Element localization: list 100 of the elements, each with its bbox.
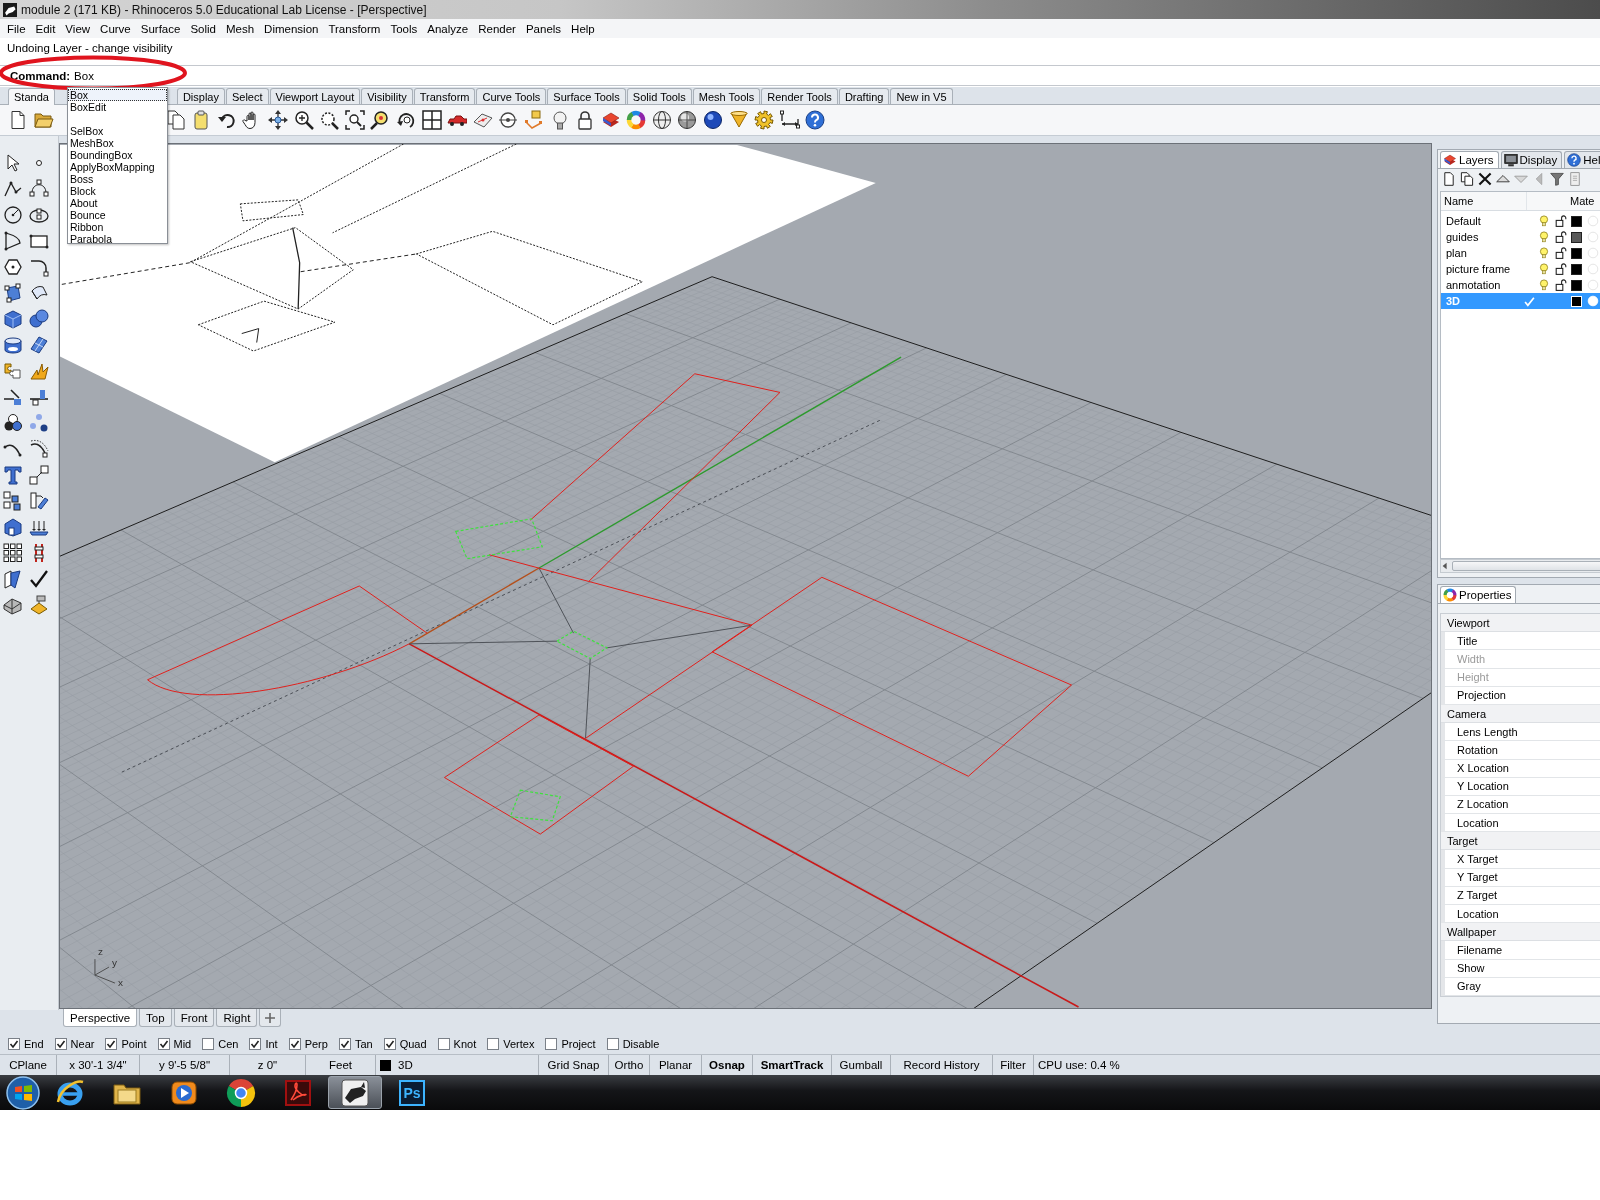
document-app-icon[interactable] xyxy=(283,1077,313,1108)
osnap-checkbox[interactable] xyxy=(202,1038,215,1050)
panel-tab[interactable]: Properties xyxy=(1440,586,1517,603)
viewport-tab[interactable]: Perspective xyxy=(63,1009,138,1027)
layers-icon[interactable] xyxy=(600,110,621,130)
property-row[interactable]: Location xyxy=(1441,814,1600,833)
circle-target-icon[interactable] xyxy=(498,110,519,130)
autocomplete-item[interactable]: Ribbon xyxy=(68,221,167,233)
osnap-label[interactable]: Perp xyxy=(304,1038,328,1050)
layers-icon[interactable] xyxy=(1443,153,1457,167)
property-row[interactable]: Location xyxy=(1441,905,1600,924)
help-icon[interactable] xyxy=(805,110,826,130)
menu-item[interactable]: Render xyxy=(473,22,521,35)
command-input[interactable]: Box xyxy=(74,69,115,82)
browser-icon[interactable] xyxy=(55,1077,85,1108)
autocomplete-item[interactable]: Parabola xyxy=(68,233,167,245)
toolbar-tab[interactable]: Select xyxy=(225,88,269,104)
menu-item[interactable]: Surface xyxy=(135,22,186,35)
osnap-label[interactable]: Near xyxy=(70,1038,95,1050)
group-circles-icon[interactable] xyxy=(3,413,23,433)
open-folder-icon[interactable] xyxy=(33,110,54,130)
property-row[interactable]: Rotation xyxy=(1441,741,1600,760)
scrollbar-thumb[interactable] xyxy=(1452,561,1600,571)
unlocked-icon[interactable] xyxy=(1555,279,1567,291)
taskbar-button[interactable] xyxy=(328,1076,382,1109)
toolbar-tab[interactable]: Render Tools xyxy=(761,88,838,104)
color-wheel-icon[interactable] xyxy=(1443,588,1457,602)
autocomplete-item[interactable]: Bounce xyxy=(68,209,167,221)
burst-icon[interactable] xyxy=(29,361,49,381)
filter-icon[interactable] xyxy=(1550,172,1564,186)
menu-item[interactable]: Tools xyxy=(385,22,423,35)
polyline-icon[interactable] xyxy=(3,179,23,199)
autocomplete-item[interactable]: BoxEdit xyxy=(68,101,167,113)
panel-tab[interactable]: Layers xyxy=(1440,151,1499,168)
autocomplete-item[interactable]: About xyxy=(68,197,167,209)
toolbar-tab[interactable]: Visibility xyxy=(361,88,413,104)
color-wheel-icon[interactable] xyxy=(626,110,647,130)
autocomplete-item[interactable]: Box xyxy=(68,89,167,101)
zoom-selected-icon[interactable] xyxy=(370,110,391,130)
split-icon[interactable] xyxy=(29,387,49,407)
color-swatch[interactable] xyxy=(1571,247,1582,259)
grid-array-icon[interactable] xyxy=(3,543,23,563)
monitor-icon[interactable] xyxy=(1503,153,1518,167)
four-viewports-icon[interactable] xyxy=(421,110,442,130)
control-point-curve-icon[interactable] xyxy=(29,179,49,199)
property-row[interactable]: Filename xyxy=(1441,941,1600,960)
menu-item[interactable]: Transform xyxy=(323,22,386,35)
taskbar-button[interactable]: Ps xyxy=(385,1076,439,1109)
fillet-icon[interactable] xyxy=(29,257,49,277)
start-orb-icon[interactable] xyxy=(6,1075,40,1110)
trim-icon[interactable] xyxy=(3,387,23,407)
viewport-tab[interactable]: Top xyxy=(139,1009,172,1027)
new-document-icon[interactable] xyxy=(8,110,28,130)
unlocked-icon[interactable] xyxy=(1555,215,1567,227)
offset-curve-icon[interactable] xyxy=(29,439,49,459)
autocomplete-item[interactable]: BoundingBox xyxy=(68,149,167,161)
solid-box-icon[interactable] xyxy=(3,517,23,537)
layer-row[interactable]: picture frame xyxy=(1441,261,1600,277)
rotate-view-icon[interactable] xyxy=(395,110,416,130)
autocomplete-item[interactable]: ApplyBoxMapping xyxy=(68,161,167,173)
app-icon[interactable] xyxy=(340,1077,370,1108)
scale-icon[interactable] xyxy=(29,465,49,485)
osnap-label[interactable]: Vertex xyxy=(503,1038,535,1050)
wire-sphere-icon[interactable] xyxy=(651,110,672,130)
autocomplete-item[interactable]: Boss xyxy=(68,173,167,185)
rotate-block-icon[interactable] xyxy=(29,491,49,511)
dimension-icon[interactable] xyxy=(779,110,800,130)
viewport-tab[interactable]: Front xyxy=(173,1009,215,1027)
copy-layer-icon[interactable] xyxy=(1460,172,1474,186)
spheres-icon[interactable] xyxy=(29,309,49,329)
color-swatch[interactable] xyxy=(1571,231,1582,243)
toolbar-tab[interactable]: Curve Tools xyxy=(476,88,547,104)
plus-icon[interactable] xyxy=(265,1012,276,1023)
unlocked-icon[interactable] xyxy=(1555,231,1567,243)
osnap-label[interactable]: Cen xyxy=(218,1038,239,1050)
zoom-window-icon[interactable] xyxy=(319,110,340,130)
gear-icon[interactable] xyxy=(754,110,775,130)
toolbar-tab[interactable]: Transform xyxy=(413,88,476,104)
menu-item[interactable]: Dimension xyxy=(259,22,324,35)
menu-item[interactable]: Edit xyxy=(30,22,61,35)
cone-icon[interactable] xyxy=(728,110,749,130)
osnap-label[interactable]: End xyxy=(24,1038,44,1050)
toolbar-tab[interactable]: Surface Tools xyxy=(547,88,626,104)
column-header[interactable]: Mate xyxy=(1567,192,1600,210)
property-row[interactable]: X Target xyxy=(1441,850,1600,869)
arrange-squares-icon[interactable] xyxy=(3,491,23,511)
osnap-checkbox[interactable] xyxy=(545,1038,558,1050)
circle-icon[interactable] xyxy=(3,205,23,225)
osnap-checkbox[interactable] xyxy=(249,1038,262,1050)
viewport-tab[interactable]: Right xyxy=(216,1009,258,1027)
menu-item[interactable]: Mesh xyxy=(221,22,260,35)
text-tool-icon[interactable] xyxy=(3,465,23,485)
left-arrow-icon[interactable] xyxy=(1441,562,1449,570)
osnap-label[interactable]: Int xyxy=(265,1038,278,1050)
polygon-icon[interactable] xyxy=(3,257,23,277)
panel-tab[interactable]: Display xyxy=(1500,151,1563,168)
osnap-checkbox[interactable] xyxy=(288,1038,301,1050)
osnap-label[interactable]: Quad xyxy=(399,1038,427,1050)
puzzle-pieces-icon[interactable] xyxy=(3,361,23,381)
help-icon[interactable] xyxy=(1567,153,1582,167)
